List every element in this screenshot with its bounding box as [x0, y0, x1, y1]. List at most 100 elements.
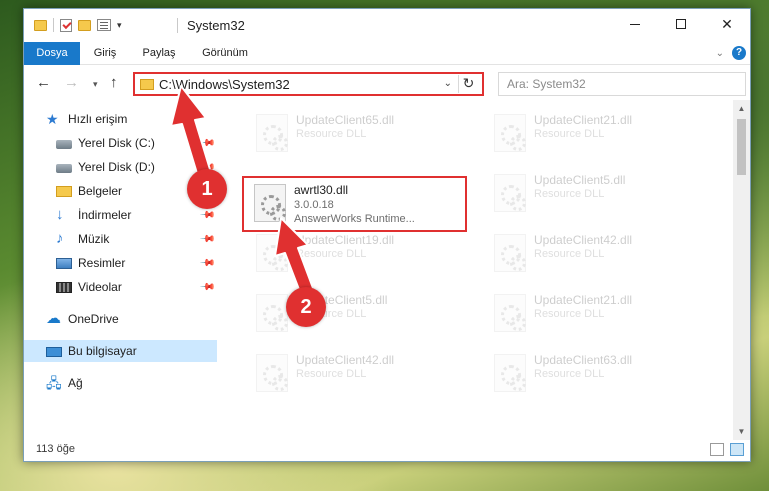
- maximize-icon: [676, 19, 686, 29]
- dll-file-icon: [256, 294, 288, 332]
- file-item[interactable]: UpdateClient42.dll Resource DLL: [482, 226, 707, 282]
- file-version: 3.0.0.18: [294, 199, 334, 211]
- view-switcher: [710, 443, 744, 456]
- folder-icon: [140, 79, 154, 90]
- star-icon: ★: [46, 111, 59, 127]
- close-button[interactable]: ✕: [704, 9, 750, 39]
- scroll-up-arrow-icon[interactable]: ▲: [733, 100, 750, 117]
- file-type: Resource DLL: [534, 308, 605, 320]
- file-name: UpdateClient42.dll: [534, 233, 633, 247]
- address-path[interactable]: C:\Windows\System32: [159, 77, 290, 92]
- address-bar[interactable]: C:\Windows\System32 ⌄ ↻: [133, 72, 484, 96]
- help-icon[interactable]: ?: [732, 46, 746, 60]
- title-bar: ▾ System32 ✕: [24, 9, 750, 41]
- file-name: UpdateClient63.dll: [534, 353, 633, 367]
- file-name: UpdateClient21.dll: [534, 113, 633, 127]
- close-icon: ✕: [721, 15, 733, 32]
- quick-access-toolbar: ▾: [34, 18, 122, 32]
- file-item[interactable]: UpdateClient21.dll Resource DLL: [482, 286, 707, 342]
- sidebar-item-downloads[interactable]: ↓ İndirmeler 📌: [24, 204, 217, 226]
- file-name: UpdateClient19.dll: [296, 233, 395, 247]
- large-icons-view-icon[interactable]: [730, 443, 744, 456]
- sidebar-item-this-pc[interactable]: Bu bilgisayar: [24, 340, 217, 362]
- navigation-pane: ★ Hızlı erişim Yerel Disk (C:) 📌 Yerel D…: [24, 108, 217, 438]
- sidebar-item-quick-access[interactable]: ★ Hızlı erişim: [24, 108, 217, 130]
- file-type: Resource DLL: [534, 248, 605, 260]
- pictures-icon: [56, 257, 72, 269]
- file-item[interactable]: UpdateClient65.dll Resource DLL: [244, 106, 469, 162]
- tab-home[interactable]: Giriş: [87, 42, 123, 65]
- new-folder-icon[interactable]: [78, 19, 91, 31]
- file-list: UpdateClient65.dll Resource DLL awrtl30.…: [240, 100, 735, 442]
- search-placeholder: Ara: System32: [507, 77, 586, 91]
- sidebar-item-pictures[interactable]: Resimler 📌: [24, 252, 217, 274]
- sidebar-item-videos[interactable]: Videolar 📌: [24, 276, 217, 298]
- sidebar-item-network[interactable]: 🖧 Ağ: [24, 372, 217, 394]
- customize-toolbar-dropdown-icon[interactable]: ▾: [117, 20, 122, 31]
- sidebar-item-local-disk-c[interactable]: Yerel Disk (C:) 📌: [24, 132, 217, 154]
- drive-icon: [56, 164, 72, 173]
- ribbon-right-controls: ⌄ ?: [716, 46, 746, 60]
- list-icon[interactable]: [97, 19, 111, 31]
- file-type: Resource DLL: [296, 128, 367, 140]
- back-arrow-icon[interactable]: ←: [36, 74, 51, 91]
- maximize-button[interactable]: [658, 9, 704, 39]
- dll-file-icon: [256, 234, 288, 272]
- vertical-scrollbar[interactable]: ▲ ▼: [733, 100, 750, 440]
- file-type: Resource DLL: [534, 188, 605, 200]
- drive-icon: [56, 140, 72, 149]
- sidebar-item-label: Videolar: [78, 280, 122, 294]
- sidebar-item-label: Resimler: [78, 256, 126, 270]
- dll-file-icon: [494, 234, 526, 272]
- file-name: UpdateClient21.dll: [534, 293, 633, 307]
- navigation-bar: ← → ▾ ↑ C:\Windows\System32 ⌄ ↻ Ara: Sys…: [24, 70, 750, 98]
- sidebar-item-music[interactable]: ♪ Müzik 📌: [24, 228, 217, 250]
- network-icon: 🖧: [46, 375, 62, 391]
- sidebar-item-label: Bu bilgisayar: [68, 344, 137, 358]
- expand-ribbon-chevron-icon[interactable]: ⌄: [716, 48, 724, 59]
- sidebar-item-local-disk-d[interactable]: Yerel Disk (D:) 📌: [24, 156, 217, 178]
- item-count: 113 öğe: [36, 443, 75, 455]
- properties-check-icon[interactable]: [60, 18, 72, 32]
- scroll-thumb[interactable]: [737, 119, 746, 175]
- file-item[interactable]: UpdateClient19.dll Resource DLL: [244, 226, 469, 282]
- file-name: UpdateClient42.dll: [296, 353, 395, 367]
- details-view-icon[interactable]: [710, 443, 724, 456]
- dll-file-icon: [254, 184, 286, 222]
- up-arrow-icon[interactable]: ↑: [110, 74, 118, 91]
- minimize-button[interactable]: [612, 9, 658, 39]
- tab-file[interactable]: Dosya: [24, 42, 80, 65]
- recent-locations-chevron-icon[interactable]: ▾: [93, 79, 98, 90]
- address-dropdown-icon[interactable]: ⌄: [444, 78, 452, 89]
- folder-icon: [34, 19, 47, 31]
- refresh-icon[interactable]: ↻: [458, 75, 478, 93]
- file-item[interactable]: UpdateClient21.dll Resource DLL: [482, 106, 707, 162]
- window-title: System32: [187, 18, 245, 33]
- forward-arrow-icon[interactable]: →: [64, 74, 79, 91]
- sidebar-item-onedrive[interactable]: ☁ OneDrive: [24, 308, 217, 330]
- file-item[interactable]: UpdateClient42.dll Resource DLL: [244, 346, 469, 402]
- step-badge-1: 1: [187, 169, 227, 209]
- computer-icon: [46, 347, 62, 357]
- file-type: Resource DLL: [534, 128, 605, 140]
- file-item[interactable]: UpdateClient5.dll Resource DLL: [244, 286, 469, 342]
- file-item[interactable]: UpdateClient5.dll Resource DLL: [482, 166, 707, 222]
- file-item[interactable]: UpdateClient63.dll Resource DLL: [482, 346, 707, 402]
- tab-share[interactable]: Paylaş: [138, 42, 180, 65]
- step-badge-2: 2: [286, 287, 326, 327]
- dll-file-icon: [256, 354, 288, 392]
- file-type: Resource DLL: [296, 368, 367, 380]
- dll-file-icon: [494, 114, 526, 152]
- file-item-awrtl30[interactable]: awrtl30.dll 3.0.0.18 AnswerWorks Runtime…: [242, 176, 467, 232]
- sidebar-item-label: Yerel Disk (C:): [78, 136, 155, 150]
- dll-file-icon: [494, 354, 526, 392]
- sidebar-item-label: OneDrive: [68, 312, 119, 326]
- scroll-down-arrow-icon[interactable]: ▼: [733, 423, 750, 440]
- dll-file-icon: [256, 114, 288, 152]
- file-name: awrtl30.dll: [294, 183, 349, 197]
- sidebar-item-label: Ağ: [68, 376, 83, 390]
- tab-view[interactable]: Görünüm: [195, 42, 255, 65]
- dll-file-icon: [494, 294, 526, 332]
- search-input[interactable]: Ara: System32: [498, 72, 746, 96]
- sidebar-item-label: İndirmeler: [78, 208, 132, 222]
